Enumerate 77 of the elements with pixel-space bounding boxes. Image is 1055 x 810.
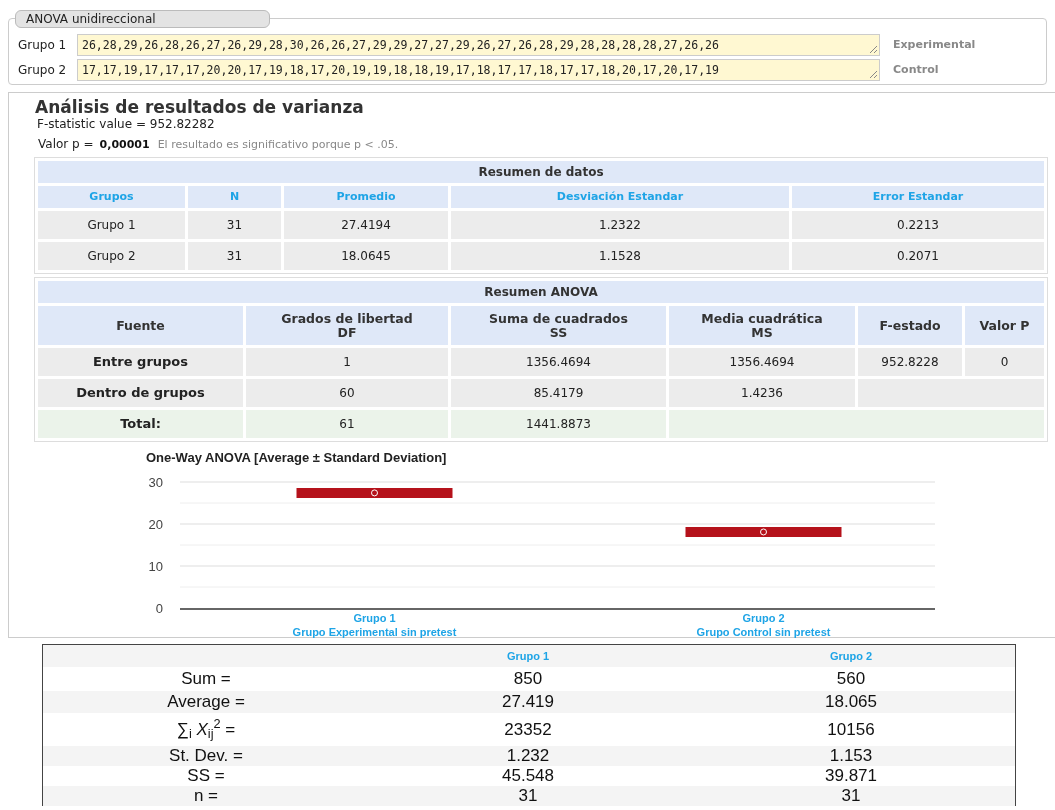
table-cell: 0: [965, 348, 1045, 376]
table-cell-text: 10156: [826, 720, 876, 739]
row-label: Average =: [166, 693, 246, 711]
row-label: n =: [192, 787, 220, 805]
table-cell: 1.1528: [451, 242, 789, 270]
y-tick-label: 30: [148, 475, 163, 490]
column-header: N: [188, 186, 281, 208]
y-tick-label: 10: [148, 559, 163, 574]
table-cell: 0.2071: [792, 242, 1045, 270]
y-tick-label: 20: [148, 517, 163, 532]
group-label: Grupo 2: [18, 62, 68, 79]
table-cell: 1356.4694: [451, 348, 666, 376]
table-cell: 31: [188, 211, 281, 239]
f-statistic-text: F-statistic value = 952.82282: [37, 117, 216, 131]
column-header: Desviación Estandar: [451, 186, 789, 208]
resize-grip-icon[interactable]: [869, 70, 878, 79]
table-cell: 18.0645: [284, 242, 448, 270]
panel-legend: ANOVA unidireccional: [15, 10, 270, 28]
table-cell-text: 27.419: [501, 693, 555, 711]
table-title: Resumen ANOVA: [38, 281, 1045, 303]
table-cell: 1.2322: [451, 211, 789, 239]
table-cell-text: 39.871: [824, 767, 878, 785]
category-label: Grupo 2 Grupo Control sin pretest: [695, 611, 832, 639]
row-header: Dentro de grupos: [38, 379, 243, 407]
table-cell-text: 31: [840, 787, 862, 805]
row-label: SS =: [186, 767, 226, 785]
table-cell: 952.8228: [858, 348, 962, 376]
table-cell-text: 1.232: [505, 747, 551, 765]
table-cell: Grupo 2: [38, 242, 185, 270]
column-header: Error Estandar: [792, 186, 1045, 208]
column-header: Fuente: [38, 306, 243, 345]
table-cell-text: 18.065: [824, 693, 878, 711]
column-header: Suma de cuadrados SS: [451, 306, 666, 345]
table-cell: 0.2213: [792, 211, 1045, 239]
column-header: Grupo 1: [505, 648, 551, 664]
table-cell: 61: [246, 410, 448, 438]
table-cell: 1441.8873: [451, 410, 666, 438]
table-cell: 85.4179: [451, 379, 666, 407]
group-label: Grupo 1: [18, 37, 68, 54]
row-label: St. Dev. =: [168, 747, 244, 765]
category-label: Grupo 1 Grupo Experimental sin pretest: [291, 611, 458, 639]
table-cell-text: 45.548: [501, 767, 555, 785]
table-cell: 60: [246, 379, 448, 407]
column-header: F-estado: [858, 306, 962, 345]
data-input-field[interactable]: 17,17,19,17,17,17,20,20,17,19,18,17,20,19,19,18,18,19,17,18,17,17,18,17,17,18,20,17,20,17,19: [77, 59, 880, 81]
row-header: Total:: [38, 410, 243, 438]
table-cell: 1356.4694: [669, 348, 855, 376]
column-header: Grados de libertad DF: [246, 306, 448, 345]
row-label: Sum =: [180, 670, 232, 688]
table-title: Resumen de datos: [38, 161, 1045, 183]
table-cell: 1.4236: [669, 379, 855, 407]
table-cell: Grupo 1: [38, 211, 185, 239]
resize-grip-icon[interactable]: [869, 45, 878, 54]
table-cell-text: 23352: [503, 720, 553, 739]
p-value: 0,00001: [99, 137, 150, 153]
table-cell-text: 850: [512, 670, 544, 688]
group-name: Experimental: [893, 36, 976, 53]
y-tick-label: 0: [155, 601, 163, 616]
results-title: Análisis de resultados de varianza: [35, 96, 365, 117]
column-header: Promedio: [284, 186, 448, 208]
row-label: ∑$_{i}$ X$_{ij}$$^{2}$ =: [175, 720, 237, 739]
table-cell: 27.4194: [284, 211, 448, 239]
row-header: Entre grupos: [38, 348, 243, 376]
chart-title: One-Way ANOVA [Average ± Standard Deviation]: [146, 449, 447, 467]
column-header: Valor P: [965, 306, 1045, 345]
column-header: Grupo 2: [828, 648, 874, 664]
table-cell: 1: [246, 348, 448, 376]
group-name: Control: [893, 61, 939, 78]
table-cell: 31: [188, 242, 281, 270]
p-value-label: Valor p =: [38, 136, 94, 153]
significance-note: El resultado es significativo porque p < .05.: [157, 137, 399, 153]
data-input-field[interactable]: 26,28,29,26,28,26,27,26,29,28,30,26,26,27,29,29,27,27,29,26,27,26,28,29,28,28,28,28,27,26,26: [77, 34, 880, 56]
table-cell-text: 1.153: [828, 747, 874, 765]
column-header: Media cuadrática MS: [669, 306, 855, 345]
table-cell-text: 31: [517, 787, 539, 805]
table-cell-text: 560: [835, 670, 867, 688]
column-header: Grupos: [38, 186, 185, 208]
